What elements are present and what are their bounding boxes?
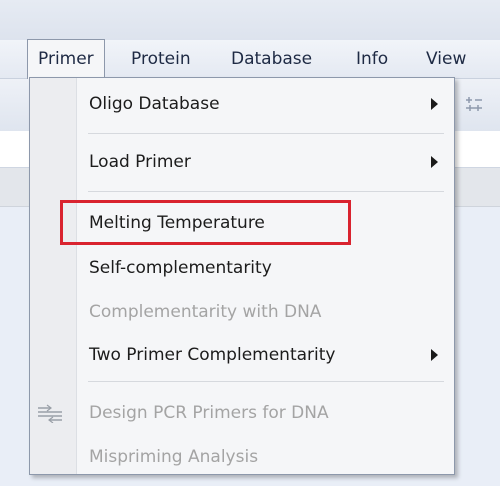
menu-item-label: Oligo Database [89,94,220,114]
submenu-arrow-icon [431,349,438,361]
menu-item-complementarity-with-dna[interactable]: Complementarity with DNA [30,289,454,335]
menu-item-label: Mispriming Analysis [89,447,259,467]
submenu-arrow-icon [431,98,438,110]
menu-item-label: Self-complementarity [89,258,272,278]
submenu-arrow-icon [431,156,438,168]
primer-dropdown-menu: Oligo Database Load Primer Melting Tempe… [29,77,455,475]
menu-primer[interactable]: Primer [27,39,105,79]
menu-info[interactable]: Info [356,40,388,78]
pcr-primers-icon [35,403,65,424]
menu-item-label: Load Primer [89,152,191,172]
menu-separator [88,133,444,134]
menu-item-mispriming-analysis[interactable]: Mispriming Analysis [30,434,454,480]
menu-item-label: Complementarity with DNA [89,302,322,322]
menu-item-oligo-database[interactable]: Oligo Database [30,81,454,127]
menu-view[interactable]: View [426,40,466,78]
menu-bar: Primer Protein Database Info View [0,39,500,79]
title-area [0,0,500,40]
menu-item-self-complementarity[interactable]: Self-complementarity [30,245,454,291]
menu-protein[interactable]: Protein [131,40,191,78]
highlight-annotation-box [60,200,351,245]
menu-database[interactable]: Database [231,40,312,78]
menu-item-load-primer[interactable]: Load Primer [30,139,454,185]
menu-separator [88,381,444,382]
toolbar-tool-icon[interactable] [464,96,484,118]
menu-item-label: Two Primer Complementarity [89,345,336,365]
menu-item-design-pcr-primers[interactable]: Design PCR Primers for DNA [30,390,454,436]
menu-separator [88,191,444,192]
menu-item-label: Design PCR Primers for DNA [89,403,329,423]
menu-item-two-primer-complementarity[interactable]: Two Primer Complementarity [30,332,454,378]
